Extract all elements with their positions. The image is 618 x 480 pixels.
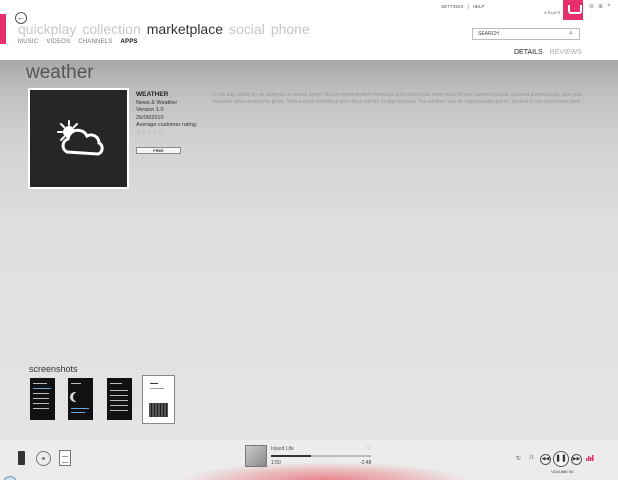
page-title: weather <box>26 62 94 83</box>
detail-tabs: DETAILS REVIEWS <box>514 49 582 56</box>
maximize-icon[interactable]: ⊕ <box>598 3 603 10</box>
pivot-phone[interactable]: phone <box>271 21 310 37</box>
screenshot-image <box>107 378 132 420</box>
playlist-icon[interactable] <box>59 450 71 466</box>
search-icon[interactable]: ⌕ <box>569 30 577 38</box>
minimize-icon[interactable]: ⊖ <box>589 3 594 10</box>
subnav-channels[interactable]: CHANNELS <box>78 39 112 45</box>
subnav-apps[interactable]: APPS <box>121 39 138 45</box>
search-input[interactable]: SEARCH ⌕ <box>472 28 580 40</box>
next-icon[interactable]: ▶▶ <box>571 454 582 465</box>
search-placeholder: SEARCH <box>478 31 499 37</box>
zune-window: ← quickplay collection marketplace socia… <box>0 0 618 480</box>
keyboard-graphic <box>149 403 168 417</box>
player-name[interactable]: X PLAYS <box>544 10 560 15</box>
close-icon[interactable]: × <box>607 3 611 10</box>
rating-label: Average customer rating: <box>136 122 198 128</box>
screenshot-image <box>30 378 55 420</box>
app-date: 26/06/2010 <box>136 114 164 121</box>
pivot-collection[interactable]: collection <box>82 21 140 37</box>
accent-strip <box>0 14 6 44</box>
screenshot-keyboard[interactable] <box>142 375 175 424</box>
previous-icon[interactable]: ◀◀ <box>540 454 551 465</box>
app-details: WEATHER News & Weather Version 1.0 26/06… <box>136 91 197 137</box>
progress-fill <box>271 455 311 457</box>
pivot-social[interactable]: social <box>229 21 265 37</box>
rating-stars: ☆☆☆☆☆ <box>136 129 164 136</box>
settings-link[interactable]: SETTINGS <box>441 4 464 9</box>
progress-bar[interactable] <box>271 455 371 457</box>
top-links: SETTINGS | HELP <box>441 4 484 9</box>
screenshot-image <box>147 380 170 419</box>
profile-tile[interactable] <box>563 0 583 20</box>
now-playing-title[interactable]: Island Life <box>271 446 294 452</box>
pivot-marketplace[interactable]: marketplace <box>147 21 223 37</box>
link-separator: | <box>467 4 469 9</box>
app-description: Is the day calling for an umbrella or su… <box>213 92 583 105</box>
help-link[interactable]: HELP <box>473 4 485 9</box>
pivot-quickplay[interactable]: quickplay <box>18 21 76 37</box>
equalizer-icon <box>586 455 594 461</box>
subnav-videos[interactable]: VIDEOS <box>46 39 70 45</box>
remaining-time: -2:48 <box>360 460 372 466</box>
disc-burn-icon[interactable] <box>36 451 51 466</box>
volume-label[interactable]: VOLUME 50 <box>551 469 573 474</box>
app-tile-background <box>30 90 127 187</box>
now-playing-album-art[interactable] <box>245 445 267 467</box>
phone-device-icon[interactable] <box>18 451 25 465</box>
app-version: Version 1.0 <box>136 107 164 113</box>
weather-sun-cloud-icon <box>57 120 104 156</box>
app-name: WEATHER <box>136 91 169 98</box>
pause-icon[interactable]: ❚❚ <box>553 451 569 467</box>
screenshots-title: screenshots <box>29 364 78 374</box>
window-controls: ⊖ ⊕ × <box>589 3 611 10</box>
repeat-icon[interactable]: ↻ <box>516 455 521 462</box>
tab-reviews[interactable]: REVIEWS <box>550 49 582 56</box>
shuffle-icon[interactable]: ⤨ <box>528 455 533 462</box>
subnav-music[interactable]: MUSIC <box>18 39 38 45</box>
header: ← quickplay collection marketplace socia… <box>0 0 618 60</box>
screenshot-image <box>68 378 93 420</box>
free-button[interactable]: FREE <box>136 147 181 154</box>
tab-details[interactable]: DETAILS <box>514 49 543 56</box>
elapsed-time: 1:50 <box>271 460 281 466</box>
screenshot-locations[interactable] <box>30 378 55 420</box>
accent-glow <box>180 462 470 480</box>
heart-icon[interactable]: ♡ <box>366 445 371 452</box>
app-tile <box>28 88 129 189</box>
screenshot-today[interactable] <box>68 378 93 420</box>
app-category[interactable]: News & Weather <box>136 100 197 108</box>
screenshot-forecast[interactable] <box>107 378 132 420</box>
subnav: MUSIC VIDEOS CHANNELS APPS <box>18 39 138 45</box>
pivot-nav: quickplay collection marketplace social … <box>18 21 310 37</box>
